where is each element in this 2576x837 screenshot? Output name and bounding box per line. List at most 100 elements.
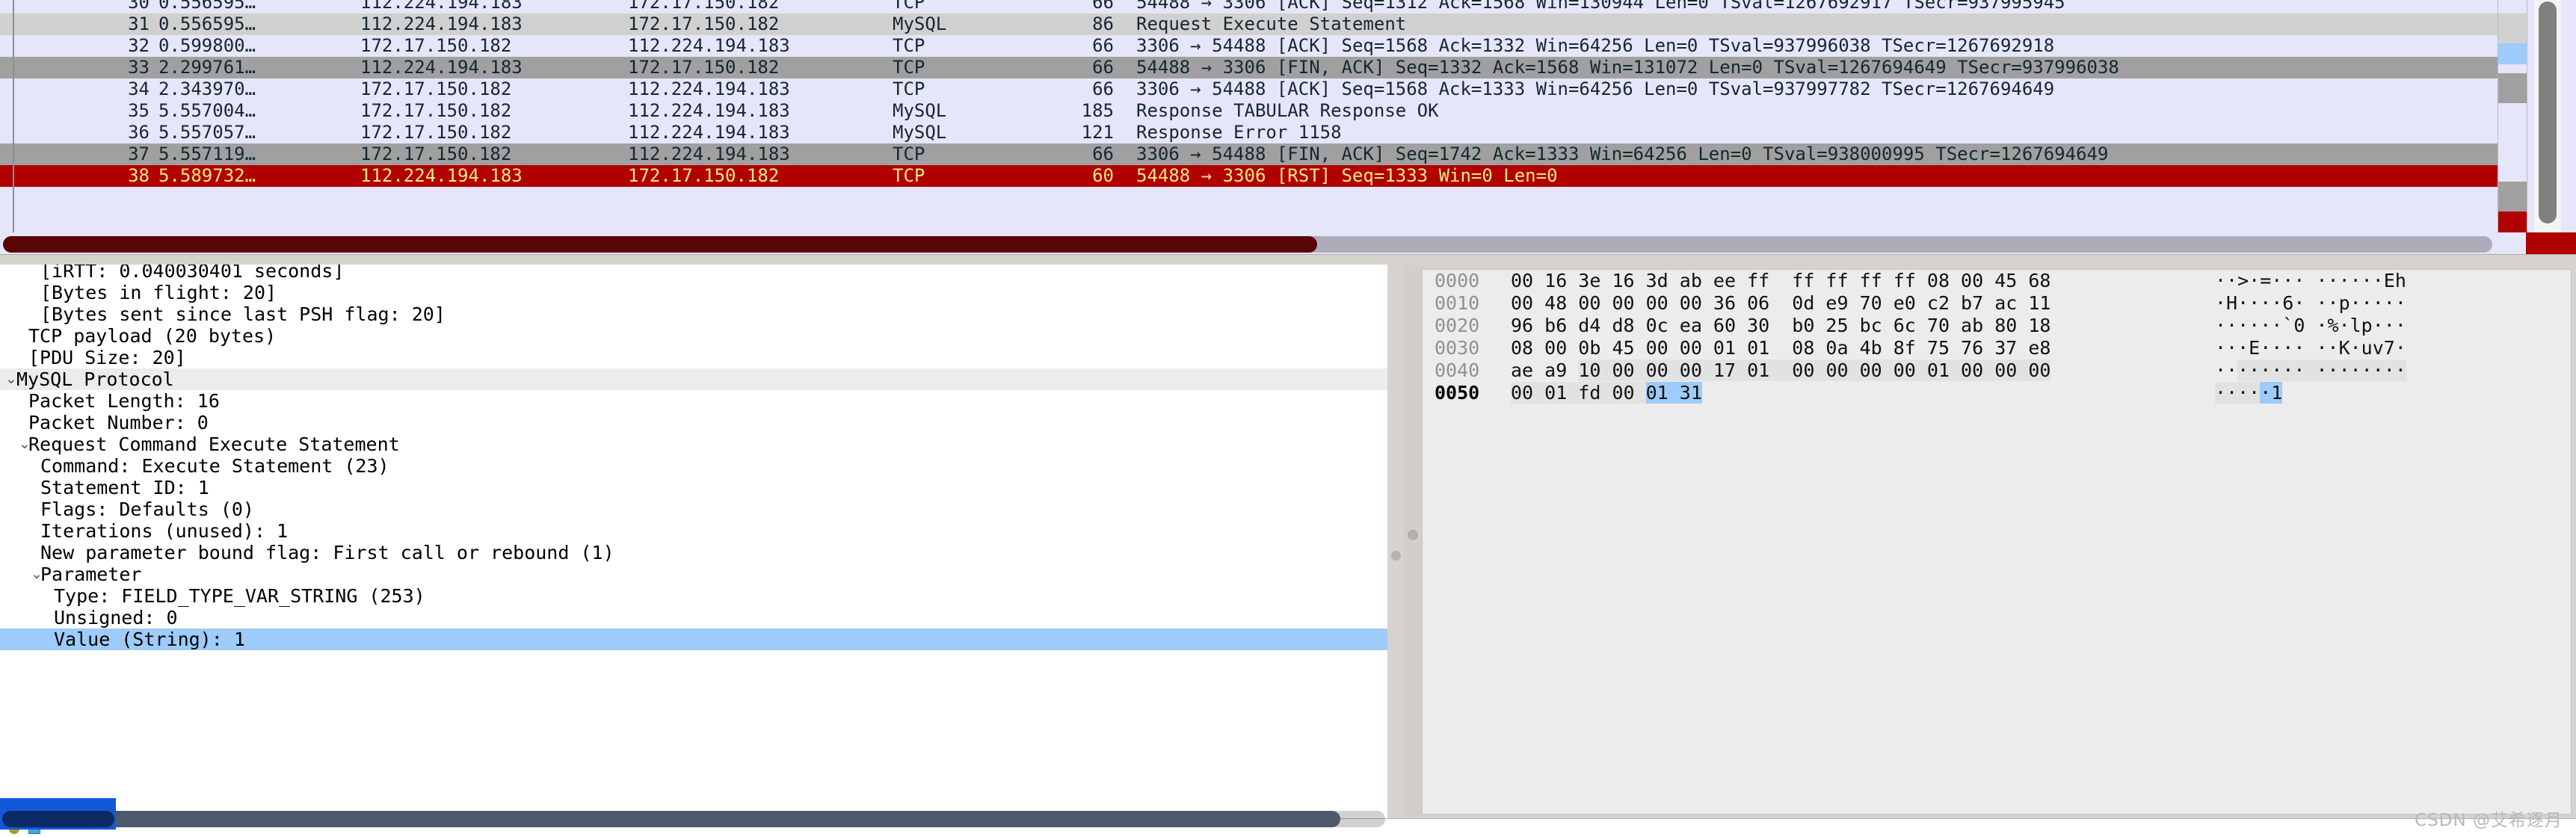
packet-list-vertical-scrollbar[interactable]	[2534, 0, 2561, 232]
hex-dump-row[interactable]: 0010 00 48 00 00 00 00 36 06 0d e9 70 e0 …	[1423, 292, 2571, 315]
packet-bytes-pane[interactable]: 0000 00 16 3e 16 3d ab ee ff ff ff ff ff …	[1422, 269, 2572, 815]
hex-bytes[interactable]: ae a9 10 00 00 00 17 01 00 00 00 00 01 0…	[1511, 359, 2051, 382]
packet-row[interactable]: 36 5.557057… 172.17.150.182 112.224.194.183…	[0, 122, 2498, 143]
detail-tree-label: Parameter	[40, 563, 142, 585]
packet-detail-horizontal-scrollbar[interactable]	[2, 811, 1385, 827]
packet-row[interactable]: 33 2.299761… 112.224.194.183 172.17.150.182…	[0, 57, 2498, 78]
packet-info: 54488 → 3306 [RST] Seq=1333 Win=0 Len=0	[1136, 165, 1558, 186]
packet-protocol: TCP	[893, 35, 925, 56]
hex-bytes[interactable]: 00 48 00 00 00 00 36 06 0d e9 70 e0 c2 b…	[1511, 292, 2050, 315]
packet-list-horizontal-scrollbar[interactable]	[3, 236, 2492, 253]
detail-hscroll-gutter-overlay	[2, 811, 114, 827]
detail-tree-row[interactable]: ⌄ Parameter	[0, 563, 1387, 585]
hex-ascii[interactable]: ·····1	[2215, 382, 2283, 404]
hex-offset: 0010	[1435, 292, 1480, 314]
packet-time: 5.589732…	[158, 165, 256, 186]
detail-tree-row[interactable]: Packet Number: 0	[0, 412, 1387, 433]
pane-splitter-horizontal[interactable]	[0, 254, 2576, 265]
packet-row[interactable]: 31 0.556595… 112.224.194.183 172.17.150.182…	[0, 13, 2498, 35]
detail-tree-label: Statement ID: 1	[40, 477, 209, 498]
packet-time: 5.557119…	[158, 143, 256, 164]
hex-dump-row[interactable]: 0030 08 00 0b 45 00 00 01 01 08 0a 4b 8f …	[1423, 337, 2571, 359]
packet-protocol: MySQL	[893, 100, 947, 121]
packet-info: Request Execute Statement	[1136, 13, 1407, 34]
packet-no: 31	[128, 13, 150, 34]
packet-time: 0.556595…	[158, 13, 256, 34]
hex-offset: 0040	[1435, 359, 1480, 381]
hex-dump-row[interactable]: 0040 ae a9 10 00 00 00 17 01 00 00 00 00 …	[1423, 359, 2571, 382]
hex-bytes[interactable]: 08 00 0b 45 00 00 01 01 08 0a 4b 8f 75 7…	[1511, 337, 2050, 359]
detail-tree-row[interactable]: TCP payload (20 bytes)	[0, 325, 1387, 347]
pane-splitter-vertical[interactable]	[1404, 265, 1422, 818]
packet-protocol: TCP	[893, 0, 925, 13]
packet-no: 36	[128, 122, 150, 143]
detail-tree-row[interactable]: Command: Execute Statement (23)	[0, 455, 1387, 477]
packet-row[interactable]: 38 5.589732… 112.224.194.183 172.17.150.182…	[0, 165, 2498, 187]
hex-ascii[interactable]: ·H····6· ··p·····	[2215, 292, 2406, 315]
hex-ascii[interactable]: ······`0 ·%·lp···	[2215, 315, 2406, 337]
packet-source: 112.224.194.183	[360, 13, 523, 34]
hex-bytes[interactable]: 96 b6 d4 d8 0c ea 60 30 b0 25 bc 6c 70 a…	[1511, 315, 2050, 337]
packet-list-minimap[interactable]	[2498, 0, 2527, 232]
hex-bytes[interactable]: 00 01 fd 00 01 31	[1511, 382, 1702, 404]
packet-source: 112.224.194.183	[360, 165, 523, 186]
detail-tree-label: Packet Length: 16	[28, 390, 220, 412]
detail-tree-row[interactable]: Iterations (unused): 1	[0, 520, 1387, 542]
hex-dump-row[interactable]: 0050 00 01 fd 00 01 31 ·····1	[1423, 382, 2571, 404]
packet-source: 112.224.194.183	[360, 0, 523, 13]
hex-ascii[interactable]: ···E···· ··K·uv7·	[2215, 337, 2406, 359]
packet-row[interactable]: 34 2.343970… 172.17.150.182 112.224.194.183…	[0, 78, 2498, 100]
packet-source: 172.17.150.182	[360, 143, 512, 164]
hex-dump-rows[interactable]: 0000 00 16 3e 16 3d ab ee ff ff ff ff ff …	[1423, 270, 2571, 404]
hex-dump-row[interactable]: 0020 96 b6 d4 d8 0c ea 60 30 b0 25 bc 6c …	[1423, 315, 2571, 337]
detail-tree-row[interactable]: [PDU Size: 20]	[0, 347, 1387, 368]
packet-time: 2.343970…	[158, 78, 256, 99]
detail-tree-label: TCP payload (20 bytes)	[28, 325, 277, 347]
packet-detail-pane[interactable]: [iRTT: 0.040030401 seconds] [Bytes in fli…	[0, 265, 1387, 818]
packet-destination: 112.224.194.183	[628, 35, 790, 56]
packet-row[interactable]: 30 0.556595… 112.224.194.183 172.17.150.182…	[0, 0, 2498, 13]
detail-tree-label: Type: FIELD_TYPE_VAR_STRING (253)	[54, 585, 425, 607]
packet-row[interactable]: 32 0.599800… 172.17.150.182 112.224.194.183…	[0, 35, 2498, 57]
detail-tree-row[interactable]: [Bytes sent since last PSH flag: 20]	[0, 303, 1387, 325]
hex-dump-row[interactable]: 0000 00 16 3e 16 3d ab ee ff ff ff ff ff …	[1423, 270, 2571, 292]
detail-tree-row[interactable]: New parameter bound flag: First call or …	[0, 542, 1387, 563]
splitter-grip-icon	[1391, 551, 1401, 560]
detail-tree-label: Command: Execute Statement (23)	[40, 455, 389, 477]
detail-tree-row[interactable]: Flags: Defaults (0)	[0, 498, 1387, 520]
detail-tree-row[interactable]: Type: FIELD_TYPE_VAR_STRING (253)	[0, 585, 1387, 607]
packet-list-pane[interactable]: 30 0.556595… 112.224.194.183 172.17.150.182…	[0, 0, 2576, 254]
packet-list-vscroll-thumb[interactable]	[2539, 1, 2557, 223]
packet-row[interactable]: 35 5.557004… 172.17.150.182 112.224.194.183…	[0, 100, 2498, 122]
detail-tree-row[interactable]: Value (String): 1	[0, 628, 1387, 650]
detail-tree-label: [Bytes sent since last PSH flag: 20]	[40, 303, 446, 325]
packet-detail-vertical-scrollbar[interactable]	[1387, 265, 1404, 818]
detail-tree-label: MySQL Protocol	[16, 368, 174, 390]
detail-tree-row[interactable]: [Bytes in flight: 20]	[0, 282, 1387, 303]
packet-list-bad-row-overflow	[2526, 232, 2576, 254]
packet-no: 37	[128, 143, 150, 164]
hex-bytes[interactable]: 00 16 3e 16 3d ab ee ff ff ff ff ff 08 0…	[1511, 270, 2050, 292]
packet-info: 3306 → 54488 [ACK] Seq=1568 Ack=1332 Win…	[1136, 35, 2055, 56]
packet-detail-hscroll-thumb[interactable]	[2, 811, 1340, 827]
hex-ascii[interactable]: ········ ········	[2215, 359, 2406, 382]
detail-tree-row[interactable]: Unsigned: 0	[0, 607, 1387, 628]
packet-source: 172.17.150.182	[360, 122, 512, 143]
detail-tree-row[interactable]: [iRTT: 0.040030401 seconds]	[0, 265, 1387, 282]
hex-ascii[interactable]: ··>·=··· ······Eh	[2215, 270, 2406, 292]
detail-tree-row[interactable]: ⌄ Request Command Execute Statement	[0, 433, 1387, 455]
packet-length: 66	[1092, 143, 1114, 164]
packet-list-rows[interactable]: 30 0.556595… 112.224.194.183 172.17.150.182…	[0, 0, 2498, 254]
packet-length: 86	[1092, 13, 1114, 34]
packet-list-hscroll-thumb[interactable]	[3, 236, 1317, 253]
packet-info: 54488 → 3306 [ACK] Seq=1312 Ack=1568 Win…	[1136, 0, 2065, 13]
detail-tree-row[interactable]: ⌄ MySQL Protocol	[0, 368, 1387, 390]
detail-tree-row[interactable]: Packet Length: 16	[0, 390, 1387, 412]
packet-detail-tree[interactable]: [iRTT: 0.040030401 seconds] [Bytes in fli…	[0, 265, 1387, 650]
packet-destination: 172.17.150.182	[628, 0, 780, 13]
minimap-segment	[2498, 182, 2527, 211]
packet-row[interactable]: 37 5.557119… 172.17.150.182 112.224.194.183…	[0, 143, 2498, 165]
packet-time: 5.557057…	[158, 122, 256, 143]
minimap-segment	[2498, 73, 2527, 103]
detail-tree-row[interactable]: Statement ID: 1	[0, 477, 1387, 498]
